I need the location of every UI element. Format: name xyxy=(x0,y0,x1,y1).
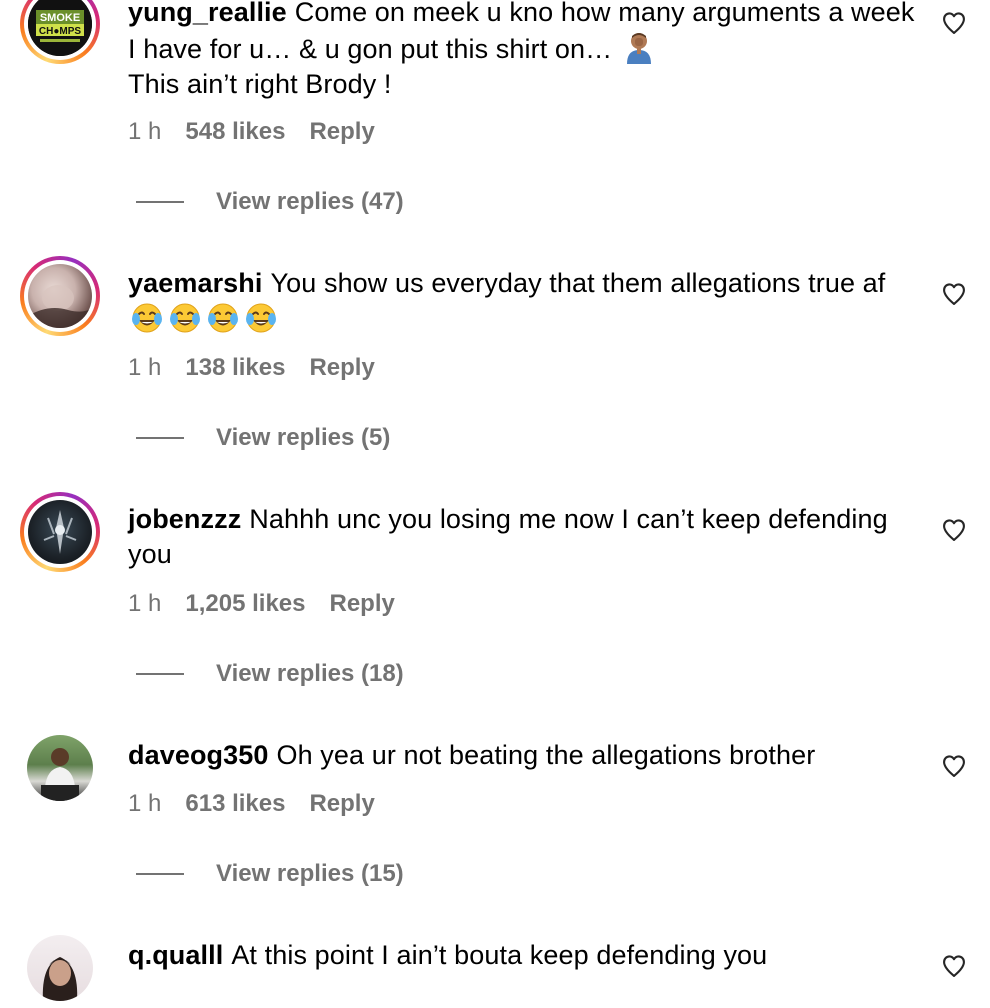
view-replies-label: View replies (18) xyxy=(216,660,404,687)
comment-likes[interactable]: 548 likes xyxy=(185,118,285,146)
comment-text: yaemarshi You show us everyday that them … xyxy=(128,266,918,338)
view-replies-label: View replies (47) xyxy=(216,188,404,215)
comment-username[interactable]: yung_reallie xyxy=(128,0,287,27)
comment-likes[interactable]: 613 likes xyxy=(185,790,285,818)
reply-button[interactable]: Reply xyxy=(309,790,374,818)
view-replies-label: View replies (5) xyxy=(216,424,391,451)
facepalm-emoji xyxy=(626,33,651,64)
heart-icon[interactable] xyxy=(940,9,968,37)
comment-body: Oh yea ur not beating the allegations br… xyxy=(276,740,816,770)
avatar xyxy=(27,735,93,801)
avatar-photo xyxy=(42,957,78,1001)
comment-body: You show us everyday that them allegatio… xyxy=(270,268,886,298)
reply-button[interactable]: Reply xyxy=(329,590,394,618)
comment-text: yung_reallie Come on meek u kno how many … xyxy=(128,0,918,102)
comment-username[interactable]: yaemarshi xyxy=(128,268,263,298)
comment-meta: 1 h 1,205 likes Reply xyxy=(128,590,395,618)
avatar xyxy=(28,500,92,564)
laughing-crying-emoji xyxy=(246,303,276,333)
comment-meta: 1 h 548 likes Reply xyxy=(128,118,375,146)
comment-username[interactable]: jobenzzz xyxy=(128,504,241,534)
avatar-story-ring[interactable] xyxy=(20,256,100,336)
view-replies-button[interactable]: View replies (15) xyxy=(136,860,404,888)
view-replies-label: View replies (15) xyxy=(216,860,404,887)
avatar xyxy=(27,935,93,1001)
laughing-crying-emoji xyxy=(208,303,238,333)
avatar-logo-image: SMOKE CH●MPS xyxy=(28,0,92,56)
avatar-wrapper[interactable] xyxy=(20,928,100,1008)
svg-text:CH●MPS: CH●MPS xyxy=(39,26,81,37)
reply-button[interactable]: Reply xyxy=(309,118,374,146)
comment-meta: 1 h 138 likes Reply xyxy=(128,354,375,382)
comment-text: q.qualll At this point I ain’t bouta keep… xyxy=(128,938,918,973)
comment-body-line2: This ain’t right Brody ! xyxy=(128,69,392,99)
avatar-photo xyxy=(41,748,79,801)
avatar xyxy=(28,264,92,328)
laughing-crying-emoji xyxy=(170,303,200,333)
comment-text: jobenzzz Nahhh unc you losing me now I ca… xyxy=(128,502,918,572)
comment-time: 1 h xyxy=(128,790,162,817)
heart-icon[interactable] xyxy=(940,516,968,544)
comment-body: At this point I ain’t bouta keep defendi… xyxy=(231,940,768,970)
replies-divider xyxy=(136,201,184,203)
comment-body: Nahhh unc you losing me now I can’t keep… xyxy=(128,504,888,569)
comment-text: daveog350 Oh yea ur not beating the alleg… xyxy=(128,738,918,773)
svg-text:SMOKE: SMOKE xyxy=(40,12,80,24)
comment-time: 1 h xyxy=(128,118,162,145)
view-replies-button[interactable]: View replies (18) xyxy=(136,660,404,688)
avatar-story-ring[interactable]: SMOKE CH●MPS xyxy=(20,0,100,64)
avatar: SMOKE CH●MPS xyxy=(28,0,92,56)
emoji-group xyxy=(128,303,280,335)
avatar-photo xyxy=(43,510,77,554)
laughing-crying-emoji xyxy=(132,303,162,333)
comments-feed: SMOKE CH●MPS yung_reallie Come on meek u … xyxy=(0,0,990,1001)
replies-divider xyxy=(136,437,184,439)
view-replies-button[interactable]: View replies (47) xyxy=(136,188,404,216)
avatar-wrapper[interactable] xyxy=(20,728,100,808)
view-replies-button[interactable]: View replies (5) xyxy=(136,424,390,452)
replies-divider xyxy=(136,673,184,675)
heart-icon[interactable] xyxy=(940,280,968,308)
avatar-photo xyxy=(28,285,92,328)
comment-likes[interactable]: 1,205 likes xyxy=(185,590,305,618)
reply-button[interactable]: Reply xyxy=(309,354,374,382)
heart-icon[interactable] xyxy=(940,952,968,980)
replies-divider xyxy=(136,873,184,875)
comment-meta: 1 h 613 likes Reply xyxy=(128,790,375,818)
comment-likes[interactable]: 138 likes xyxy=(185,354,285,382)
comment-time: 1 h xyxy=(128,354,162,381)
comment-username[interactable]: daveog350 xyxy=(128,740,268,770)
comment-username[interactable]: q.qualll xyxy=(128,940,223,970)
avatar-story-ring[interactable] xyxy=(20,492,100,572)
comment-time: 1 h xyxy=(128,590,162,617)
heart-icon[interactable] xyxy=(940,752,968,780)
